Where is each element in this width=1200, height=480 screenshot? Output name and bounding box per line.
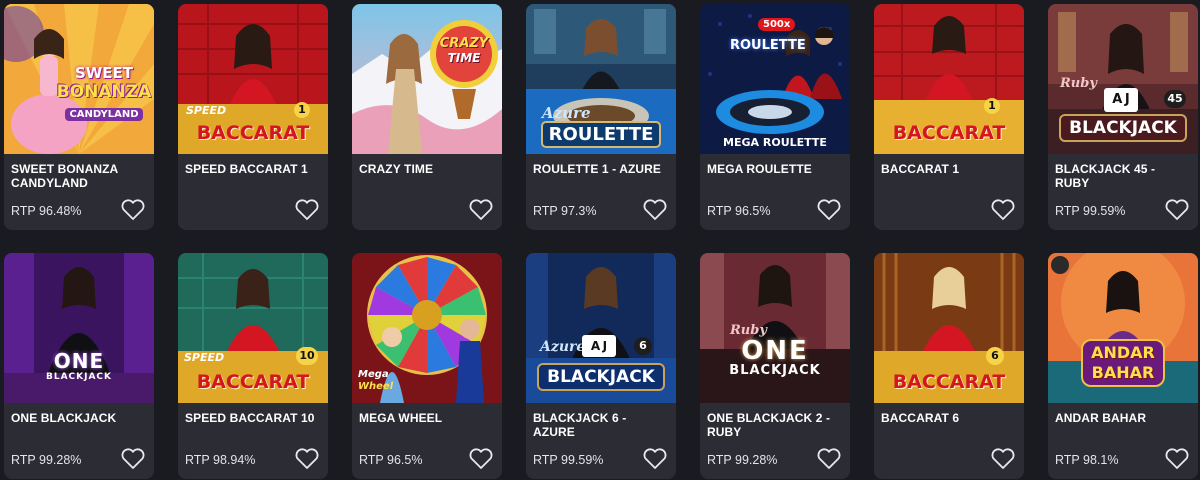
game-title: SPEED BACCARAT 1	[185, 162, 308, 176]
game-thumbnail[interactable]: SPEED 1 BACCARAT	[178, 4, 328, 154]
game-card-speed-baccarat-10[interactable]: SPEED 10 BACCARAT SPEED BACCARAT 10 RTP …	[178, 253, 328, 479]
playing-cards-icon: A J	[1104, 88, 1138, 112]
game-thumbnail[interactable]: SPEED 10 BACCARAT	[178, 253, 328, 403]
game-logo: SPEED 1 BACCARAT	[186, 102, 310, 144]
heart-outline-icon[interactable]	[642, 447, 668, 471]
game-card-one-blackjack[interactable]: ONE BLACKJACK ONE BLACKJACK RTP 99.28%	[4, 253, 154, 479]
heart-outline-icon[interactable]	[294, 198, 320, 222]
game-logo: Ruby A J 45 BLACKJACK	[1048, 74, 1198, 142]
game-logo: ANDAR BAHAR	[1048, 339, 1198, 387]
game-title: MEGA WHEEL	[359, 411, 443, 425]
game-thumbnail[interactable]: CRAZY TIME	[352, 4, 502, 154]
game-thumbnail[interactable]: SWEET BONANZA CANDYLAND	[4, 4, 154, 154]
rtp-value: RTP 98.94%	[185, 453, 256, 467]
game-thumbnail[interactable]: Azure A J 6 BLACKJACK	[526, 253, 676, 403]
game-thumbnail[interactable]: ONE BLACKJACK	[4, 253, 154, 403]
heart-outline-icon[interactable]	[468, 447, 494, 471]
game-title: ONE BLACKJACK	[11, 411, 117, 425]
game-logo: Azure A J 6 BLACKJACK	[526, 335, 676, 391]
game-logo: 6 BACCARAT	[892, 347, 1006, 393]
game-title: ROULETTE 1 - AZURE	[533, 162, 662, 176]
game-title: SWEET BONANZA CANDYLAND	[11, 162, 118, 190]
game-logo: CRAZY TIME	[439, 36, 489, 65]
game-logo: 1 BACCARAT	[892, 98, 1006, 144]
game-card-blackjack-45-ruby[interactable]: Ruby A J 45 BLACKJACK BLACKJACK 45 - RUB…	[1048, 4, 1198, 230]
heart-outline-icon[interactable]	[120, 198, 146, 222]
game-logo: SWEET BONANZA CANDYLAND	[56, 64, 152, 121]
game-thumbnail[interactable]: 6 BACCARAT	[874, 253, 1024, 403]
game-logo: SPEED 10 BACCARAT	[178, 347, 328, 393]
game-card-mega-roulette[interactable]: 500x ROULETTE MEGA ROULETTE MEGA ROULETT…	[700, 4, 850, 230]
game-logo: ONE BLACKJACK	[45, 349, 113, 382]
game-thumbnail[interactable]: ANDAR BAHAR	[1048, 253, 1198, 403]
game-title: ONE BLACKJACK 2 - RUBY	[707, 411, 831, 439]
game-title: SPEED BACCARAT 10	[185, 411, 315, 425]
game-card-mega-wheel[interactable]: Mega Wheel MEGA WHEEL RTP 96.5%	[352, 253, 502, 479]
playing-cards-icon: A J	[582, 335, 616, 357]
game-card-baccarat-6[interactable]: 6 BACCARAT BACCARAT 6	[874, 253, 1024, 479]
heart-outline-icon[interactable]	[1164, 198, 1190, 222]
game-title: CRAZY TIME	[359, 162, 434, 176]
heart-outline-icon[interactable]	[990, 198, 1016, 222]
game-thumbnail[interactable]: Ruby A J 45 BLACKJACK	[1048, 4, 1198, 154]
game-logo: Azure ROULETTE	[526, 104, 676, 148]
game-card-roulette-1-azure[interactable]: Azure ROULETTE ROULETTE 1 - AZURE RTP 97…	[526, 4, 676, 230]
rtp-value: RTP 99.28%	[707, 453, 778, 467]
heart-outline-icon[interactable]	[816, 198, 842, 222]
heart-outline-icon[interactable]	[1164, 447, 1190, 471]
game-logo: Ruby ONE BLACKJACK	[729, 323, 821, 378]
heart-outline-icon[interactable]	[642, 198, 668, 222]
game-thumbnail[interactable]: Ruby ONE BLACKJACK	[700, 253, 850, 403]
rtp-value: RTP 96.48%	[11, 204, 82, 218]
game-card-one-blackjack-2-ruby[interactable]: Ruby ONE BLACKJACK ONE BLACKJACK 2 - RUB…	[700, 253, 850, 479]
rtp-value: RTP 97.3%	[533, 204, 597, 218]
game-card-andar-bahar[interactable]: ANDAR BAHAR ANDAR BAHAR RTP 98.1%	[1048, 253, 1198, 479]
game-grid: SWEET BONANZA CANDYLAND SWEET BONANZA CA…	[0, 0, 1200, 480]
heart-outline-icon[interactable]	[816, 447, 842, 471]
game-thumbnail[interactable]: 1 BACCARAT	[874, 4, 1024, 154]
game-title: BLACKJACK 45 - RUBY	[1055, 162, 1156, 190]
rtp-value: RTP 99.59%	[1055, 204, 1126, 218]
rtp-value: RTP 96.5%	[359, 453, 423, 467]
rtp-value: RTP 98.1%	[1055, 453, 1119, 467]
rtp-value: RTP 99.28%	[11, 453, 82, 467]
heart-outline-icon[interactable]	[294, 447, 320, 471]
game-card-sweet-bonanza-candyland[interactable]: SWEET BONANZA CANDYLAND SWEET BONANZA CA…	[4, 4, 154, 230]
game-title: MEGA ROULETTE	[707, 162, 812, 176]
rtp-value: RTP 96.5%	[707, 204, 771, 218]
game-thumbnail[interactable]: Mega Wheel	[352, 253, 502, 403]
heart-outline-icon[interactable]	[120, 447, 146, 471]
game-card-speed-baccarat-1[interactable]: SPEED 1 BACCARAT SPEED BACCARAT 1	[178, 4, 328, 230]
game-thumbnail[interactable]: Azure ROULETTE	[526, 4, 676, 154]
game-card-baccarat-1[interactable]: 1 BACCARAT BACCARAT 1	[874, 4, 1024, 230]
game-card-crazy-time[interactable]: CRAZY TIME CRAZY TIME	[352, 4, 502, 230]
game-title: BLACKJACK 6 - AZURE	[533, 411, 627, 439]
rtp-value: RTP 99.59%	[533, 453, 604, 467]
game-thumbnail[interactable]: 500x ROULETTE MEGA ROULETTE	[700, 4, 850, 154]
game-card-blackjack-6-azure[interactable]: Azure A J 6 BLACKJACK BLACKJACK 6 - AZUR…	[526, 253, 676, 479]
game-title: BACCARAT 6	[881, 411, 960, 425]
heart-outline-icon[interactable]	[468, 198, 494, 222]
game-title: ANDAR BAHAR	[1055, 411, 1147, 425]
game-logo: Mega Wheel	[358, 369, 394, 392]
game-title: BACCARAT 1	[881, 162, 960, 176]
heart-outline-icon[interactable]	[990, 447, 1016, 471]
